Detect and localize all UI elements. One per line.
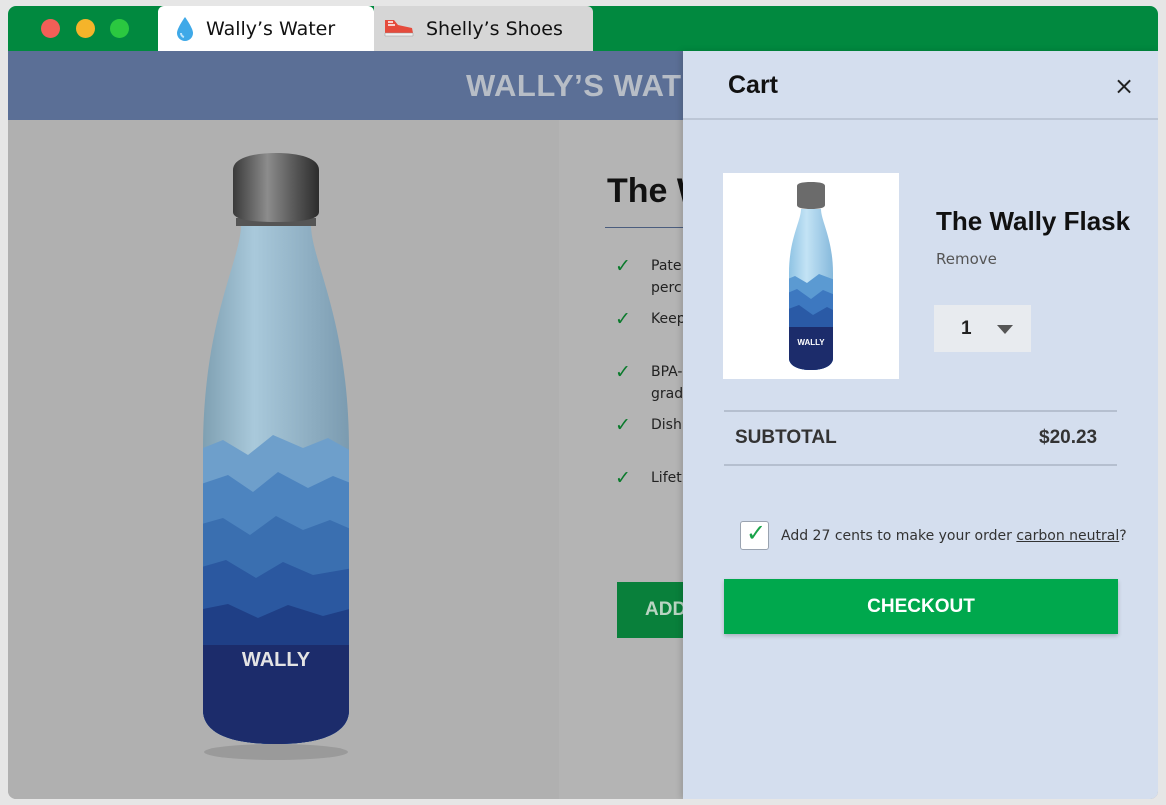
product-image: WALLY — [8, 120, 559, 799]
check-icon: ✓ — [615, 308, 631, 330]
quantity-value: 1 — [961, 317, 972, 339]
feature-item: ✓ Dish — [615, 414, 682, 436]
sneaker-icon — [382, 16, 416, 42]
feature-list: ✓ Pate perc ✓ Keep ✓ BPA- grad ✓ Dish ✓ Lifet — [615, 255, 686, 520]
browser-window: Wally’s Water Shelly’s Shoes WALLY’S WAT… — [8, 6, 1158, 799]
remove-item-link[interactable]: Remove — [936, 250, 997, 268]
maximize-window-button[interactable] — [110, 19, 129, 38]
feature-item: ✓ Lifet — [615, 467, 682, 489]
tab-label: Wally’s Water — [206, 17, 336, 40]
title-bar: Wally’s Water Shelly’s Shoes — [8, 6, 1158, 51]
subtotal-label: SUBTOTAL — [735, 427, 837, 448]
check-icon: ✓ — [615, 414, 631, 436]
cart-drawer: Cart × WALLY The Wally Flask Remove 1 SU… — [683, 51, 1158, 799]
check-icon: ✓ — [615, 467, 631, 489]
close-icon[interactable]: × — [1111, 73, 1137, 99]
feature-item: ✓ Keep — [615, 308, 686, 330]
water-drop-icon — [174, 16, 196, 42]
feature-item: ✓ Pate perc — [615, 255, 682, 296]
checkmark-icon: ✓ — [746, 519, 767, 547]
tab-wallys-water[interactable]: Wally’s Water — [158, 6, 374, 51]
divider — [724, 410, 1117, 412]
tab-label: Shelly’s Shoes — [426, 17, 563, 40]
subtotal-value: $20.23 — [1039, 427, 1098, 448]
carbon-neutral-link[interactable]: carbon neutral — [1016, 528, 1119, 544]
minimize-window-button[interactable] — [76, 19, 95, 38]
cart-item-name: The Wally Flask — [936, 206, 1131, 236]
check-icon: ✓ — [615, 255, 631, 277]
thumb-brand-label: WALLY — [797, 338, 825, 347]
divider — [724, 464, 1117, 466]
chevron-down-icon — [997, 325, 1013, 334]
carbon-neutral-checkbox[interactable]: ✓ — [740, 519, 769, 550]
cart-title: Cart — [728, 71, 779, 99]
divider — [683, 118, 1158, 120]
feature-item: ✓ BPA- grad — [615, 361, 684, 402]
close-window-button[interactable] — [41, 19, 60, 38]
bottle-brand-label: WALLY — [242, 649, 311, 671]
quantity-select[interactable]: 1 — [934, 305, 1031, 352]
carbon-neutral-label: Add 27 cents to make your order carbon n… — [781, 528, 1127, 544]
tab-shellys-shoes[interactable]: Shelly’s Shoes — [374, 6, 593, 51]
bottle-image: WALLY — [203, 153, 349, 760]
cart-item-thumbnail: WALLY — [723, 173, 899, 379]
check-icon: ✓ — [615, 361, 631, 383]
checkout-button[interactable]: CHECKOUT — [724, 579, 1118, 634]
